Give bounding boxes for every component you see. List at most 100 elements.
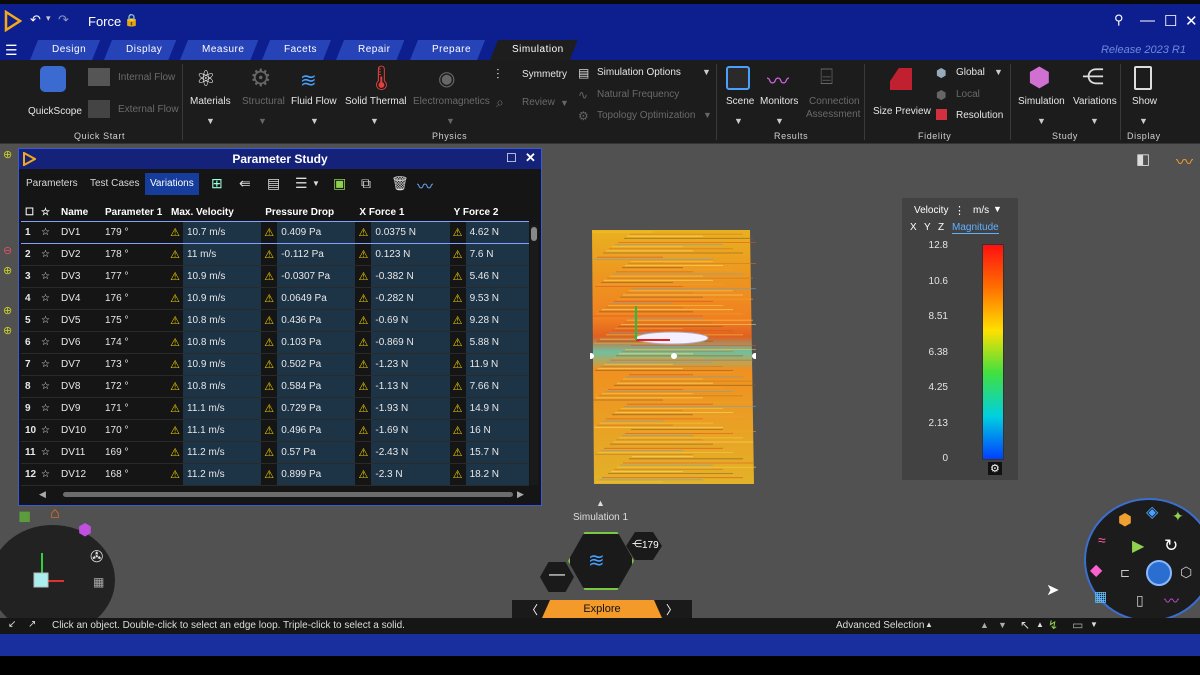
- maximize-icon[interactable]: ☐: [1164, 12, 1177, 30]
- box-icon[interactable]: ◈: [1146, 502, 1158, 522]
- topology-optimization-icon[interactable]: ⚙: [578, 109, 589, 123]
- cube-purple-icon[interactable]: ⬢: [78, 520, 92, 540]
- play-icon[interactable]: ▶: [1132, 536, 1144, 556]
- favorite-star-icon[interactable]: ☆: [37, 353, 57, 376]
- table-row[interactable]: 6 ☆ DV6 174 ° ⚠ 10.8 m/s ⚠ 0.103 Pa ⚠ -0.869 N ⚠ 5.…: [21, 331, 529, 354]
- legend-settings-icon[interactable]: ⚙: [988, 462, 1002, 475]
- import-icon[interactable]: ⇚: [239, 175, 251, 192]
- reset-icon[interactable]: ↻: [1164, 536, 1178, 556]
- next-icon[interactable]: 〉: [666, 601, 678, 618]
- simulation-options-button[interactable]: Simulation Options: [597, 67, 681, 78]
- show-button[interactable]: Show: [1132, 96, 1157, 107]
- favorite-star-icon[interactable]: ☆: [37, 441, 57, 464]
- table-row[interactable]: 7 ☆ DV7 173 ° ⚠ 10.9 m/s ⚠ 0.502 Pa ⚠ -1.23 N ⚠ 11.…: [21, 353, 529, 376]
- chart-icon[interactable]: 〰: [417, 173, 433, 197]
- explore-button[interactable]: Explore: [542, 600, 662, 618]
- internal-flow-button[interactable]: Internal Flow: [118, 72, 175, 83]
- screen-dropdown-icon[interactable]: ▼: [1090, 620, 1098, 629]
- monitors-button[interactable]: Monitors: [760, 96, 798, 107]
- simulation-cube-icon[interactable]: ⬢: [1028, 62, 1051, 93]
- up-icon[interactable]: ▲: [980, 620, 989, 630]
- structural-icon[interactable]: ⚙: [250, 64, 272, 93]
- legend-menu-icon[interactable]: ⋮: [954, 204, 965, 217]
- favorite-star-icon[interactable]: ☆: [37, 220, 57, 244]
- tab-measure[interactable]: Measure: [180, 40, 258, 60]
- copy-icon[interactable]: ⧉: [361, 175, 371, 192]
- solid-thermal-dropdown-icon[interactable]: ▼: [370, 116, 379, 126]
- table-icon[interactable]: ▤: [267, 175, 280, 192]
- fluid-flow-button[interactable]: Fluid Flow: [291, 96, 337, 107]
- redo-icon[interactable]: ↷: [58, 12, 69, 28]
- columns-dropdown-icon[interactable]: ▼: [312, 179, 320, 188]
- fluid-flow-dropdown-icon[interactable]: ▼: [310, 116, 319, 126]
- table-row[interactable]: 1 ☆ DV1 179 ° ⚠ 10.7 m/s ⚠ 0.409 Pa ⚠ 0.0375 N ⚠ 4.…: [21, 220, 529, 244]
- favorite-star-icon[interactable]: ☆: [37, 243, 57, 266]
- external-flow-button[interactable]: External Flow: [118, 104, 179, 115]
- advanced-selection[interactable]: Advanced Selection: [836, 620, 924, 631]
- resolution-icon[interactable]: [936, 109, 947, 120]
- favorite-star-icon[interactable]: ☆: [37, 375, 57, 398]
- close-icon[interactable]: ✕: [1185, 12, 1198, 30]
- monitors-icon[interactable]: 〰: [767, 64, 789, 96]
- cube-green-icon[interactable]: ◼: [18, 506, 31, 526]
- axis-y[interactable]: Y: [924, 222, 931, 233]
- selection-handle[interactable]: [671, 353, 677, 359]
- screen-icon[interactable]: ▭: [1072, 618, 1083, 632]
- center-button[interactable]: [1146, 560, 1172, 586]
- home-icon[interactable]: ⌂: [50, 505, 60, 523]
- tab-facets[interactable]: Facets: [262, 40, 331, 60]
- undo-dropdown-icon[interactable]: ▾: [46, 13, 51, 24]
- symmetry-button[interactable]: Symmetry: [522, 69, 567, 80]
- favorite-star-icon[interactable]: ☆: [37, 309, 57, 332]
- size-preview-icon[interactable]: [890, 68, 912, 90]
- variations-dropdown-icon[interactable]: ▼: [1090, 116, 1099, 126]
- show-dropdown-icon[interactable]: ▼: [1139, 116, 1148, 126]
- pin-icon[interactable]: ⚲: [1114, 12, 1124, 28]
- internal-flow-icon[interactable]: [88, 68, 110, 86]
- delete-icon[interactable]: 🗑: [391, 175, 409, 192]
- tab-repair[interactable]: Repair: [336, 40, 404, 60]
- tab-design[interactable]: Design: [30, 40, 100, 60]
- review-button[interactable]: Review: [522, 97, 555, 108]
- global-dropdown-icon[interactable]: ▼: [994, 67, 1003, 77]
- variations-button[interactable]: Variations: [1073, 96, 1117, 107]
- materials-button[interactable]: Materials: [190, 96, 231, 107]
- tab-display[interactable]: Display: [104, 40, 176, 60]
- structural-button[interactable]: Structural: [242, 96, 285, 107]
- scroll-left-icon[interactable]: ◀: [39, 489, 46, 500]
- side-marker-icon[interactable]: ⊕: [3, 324, 12, 337]
- run-study-icon[interactable]: ▣: [333, 175, 346, 192]
- symmetry-icon[interactable]: ⫶: [496, 66, 500, 83]
- scene-dropdown-icon[interactable]: ▼: [734, 116, 743, 126]
- favorite-star-icon[interactable]: ☆: [37, 397, 57, 420]
- connection-icon[interactable]: ⌸: [820, 64, 833, 90]
- quickscope-icon[interactable]: [40, 66, 66, 92]
- table-row[interactable]: 8 ☆ DV8 172 ° ⚠ 10.8 m/s ⚠ 0.584 Pa ⚠ -1.13 N ⚠ 7.6…: [21, 375, 529, 398]
- scene-icon[interactable]: [726, 66, 750, 90]
- natural-frequency-icon[interactable]: ∿: [578, 88, 588, 102]
- page-icon[interactable]: ▯: [1136, 592, 1144, 609]
- monitors-dropdown-icon[interactable]: ▼: [775, 116, 784, 126]
- undo-icon[interactable]: ↶: [30, 12, 41, 28]
- review-icon[interactable]: ⌕: [496, 94, 504, 111]
- unit-dropdown-icon[interactable]: ▼: [993, 204, 1002, 214]
- minimize-icon[interactable]: —: [1140, 12, 1155, 29]
- table-row[interactable]: 11 ☆ DV11 169 ° ⚠ 11.2 m/s ⚠ 0.57 Pa ⚠ -2.43 N ⚠ 15…: [21, 441, 529, 464]
- grid-icon[interactable]: ▦: [93, 575, 104, 589]
- table-row[interactable]: 5 ☆ DV5 175 ° ⚠ 10.8 m/s ⚠ 0.436 Pa ⚠ -0.69 N ⚠ 9.2…: [21, 309, 529, 332]
- global-icon[interactable]: ⬢: [936, 66, 946, 80]
- airfoil-body[interactable]: [635, 331, 709, 345]
- magnitude-option[interactable]: Magnitude: [952, 222, 999, 234]
- natural-frequency-button[interactable]: Natural Frequency: [597, 89, 679, 100]
- col-name[interactable]: Name: [57, 205, 101, 221]
- table-row[interactable]: 4 ☆ DV4 176 ° ⚠ 10.9 m/s ⚠ 0.0649 Pa ⚠ -0.282 N ⚠ 9…: [21, 287, 529, 310]
- advanced-selection-dropdown-icon[interactable]: ▲: [925, 620, 933, 629]
- slice-icon[interactable]: ⊏: [1120, 566, 1130, 580]
- streamline-icon[interactable]: ≈: [1098, 532, 1106, 548]
- columns-icon[interactable]: ☰: [295, 175, 308, 192]
- favorite-star-icon[interactable]: ☆: [37, 265, 57, 288]
- vertical-scrollbar[interactable]: [530, 225, 538, 485]
- select-filter-icon[interactable]: ↯: [1048, 618, 1058, 632]
- tab-test-cases[interactable]: Test Cases: [85, 173, 144, 195]
- favorite-star-icon[interactable]: ☆: [37, 287, 57, 310]
